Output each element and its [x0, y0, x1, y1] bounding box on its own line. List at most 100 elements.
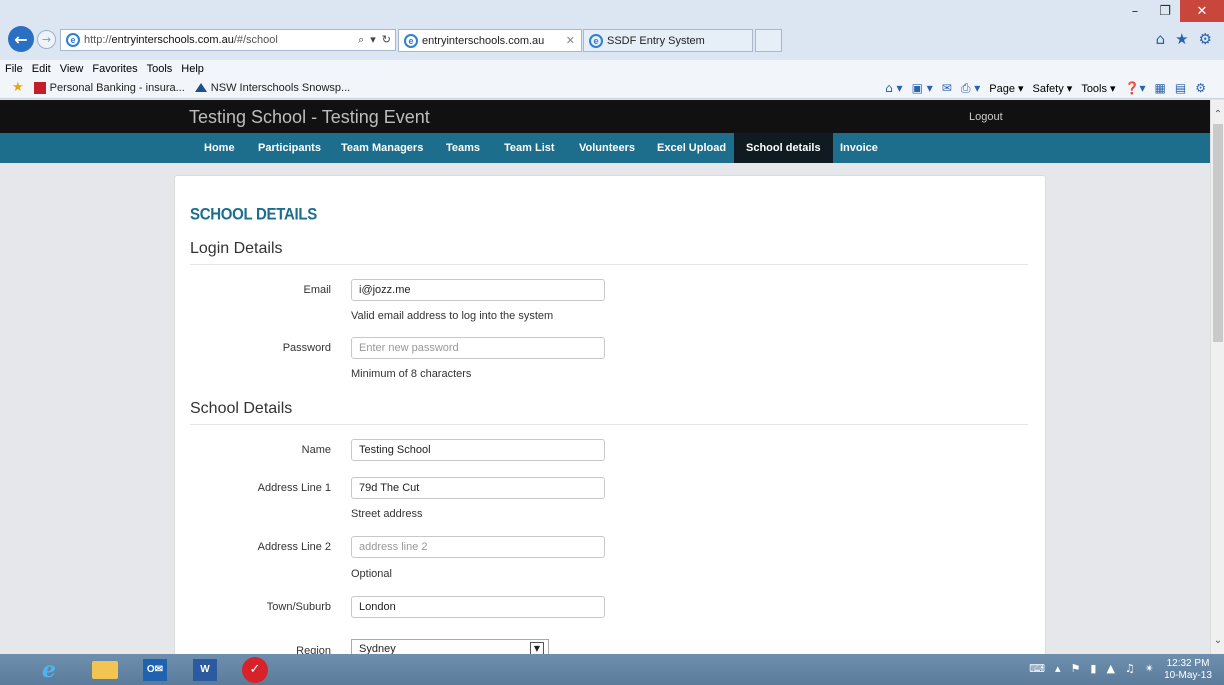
- menu-view[interactable]: View: [60, 63, 84, 75]
- address-line-2-field[interactable]: address line 2: [351, 536, 605, 558]
- menu-tools[interactable]: Tools: [147, 63, 173, 75]
- vertical-scrollbar[interactable]: ⌃ ⌄: [1210, 100, 1224, 654]
- folder-icon: [92, 660, 118, 679]
- safety-menu[interactable]: Safety ▾: [1033, 82, 1073, 95]
- password-field[interactable]: Enter new password: [351, 337, 605, 359]
- tab-title: entryinterschools.com.au: [422, 34, 545, 47]
- minimize-icon[interactable]: –: [1120, 0, 1150, 22]
- site-nav: Home Participants Team Managers Teams Te…: [0, 133, 1210, 163]
- battery-icon[interactable]: ▮: [1090, 662, 1096, 675]
- taskbar-outlook[interactable]: O✉: [136, 656, 174, 683]
- window-controls: – ❐ ✕: [1120, 0, 1224, 22]
- region-select[interactable]: Sydney ▼: [351, 639, 549, 654]
- menu-favorites[interactable]: Favorites: [92, 63, 137, 75]
- volume-icon[interactable]: ♫: [1125, 662, 1135, 675]
- taskbar-file-explorer[interactable]: [86, 656, 124, 683]
- back-arrow-icon[interactable]: ←: [8, 26, 34, 52]
- name-field[interactable]: Testing School: [351, 439, 605, 461]
- flag-icon[interactable]: ⚑: [1071, 662, 1081, 675]
- signal-icon[interactable]: ▲: [1106, 662, 1114, 675]
- region-label: Region: [296, 645, 331, 654]
- search-icon[interactable]: ⌕: [358, 33, 364, 47]
- menu-edit[interactable]: Edit: [32, 63, 51, 75]
- address-line-2-help: Optional: [351, 568, 392, 580]
- print-icon[interactable]: ⎙ ▾: [961, 81, 980, 96]
- tab-title: SSDF Entry System: [607, 34, 705, 47]
- favorites-star-icon[interactable]: ★: [1175, 30, 1188, 48]
- section-divider: [190, 264, 1028, 265]
- page-menu[interactable]: Page ▾: [989, 82, 1023, 95]
- nav-participants[interactable]: Participants: [258, 133, 321, 163]
- mail-icon[interactable]: ✉: [942, 81, 952, 95]
- scroll-thumb[interactable]: [1213, 124, 1223, 342]
- favorite-personal-banking[interactable]: Personal Banking - insura...: [33, 81, 185, 94]
- taskbar-internet-explorer[interactable]: e: [30, 656, 68, 683]
- restore-icon[interactable]: ❐: [1150, 0, 1180, 22]
- scroll-down-icon[interactable]: ⌄: [1211, 632, 1224, 648]
- outlook-icon: O✉: [143, 658, 167, 681]
- command-bar: ⌂ ▾ ▣ ▾ ✉ ⎙ ▾ Page ▾ Safety ▾ Tools ▾ ❓▾…: [885, 77, 1206, 99]
- town-suburb-field[interactable]: London: [351, 596, 605, 618]
- new-tab-button[interactable]: [755, 29, 782, 52]
- logout-link[interactable]: Logout: [969, 111, 1003, 123]
- nav-teams[interactable]: Teams: [446, 133, 480, 163]
- keyboard-icon[interactable]: ⌨: [1029, 662, 1045, 675]
- nav-volunteers[interactable]: Volunteers: [579, 133, 635, 163]
- url-text[interactable]: http://entryinterschools.com.au/#/school: [84, 34, 300, 46]
- taskbar-app[interactable]: ✓: [236, 656, 274, 683]
- email-field[interactable]: i@jozz.me: [351, 279, 605, 301]
- favorite-nsw-interschools[interactable]: NSW Interschools Snowsp...: [194, 82, 350, 94]
- favorite-label: Personal Banking - insura...: [49, 81, 185, 94]
- browser-titlebar: – ❐ ✕ ← → e http://entryinterschools.com…: [0, 0, 1224, 60]
- nav-invoice[interactable]: Invoice: [840, 133, 878, 163]
- gear-icon[interactable]: ⚙: [1199, 30, 1212, 48]
- tab-entryinterschools[interactable]: e entryinterschools.com.au ✕: [398, 29, 582, 52]
- close-icon[interactable]: ✕: [1180, 0, 1224, 22]
- menu-help[interactable]: Help: [181, 63, 204, 75]
- internet-explorer-icon: e: [42, 656, 56, 683]
- address-line-1-field[interactable]: 79d The Cut: [351, 477, 605, 499]
- address-bar[interactable]: e http://entryinterschools.com.au/#/scho…: [60, 29, 396, 51]
- school-details-card: SCHOOL DETAILS Login Details Email i@joz…: [174, 175, 1046, 654]
- system-tray: ⌨ ▴ ⚑ ▮ ▲ ♫ ✴: [1029, 662, 1154, 675]
- email-help: Valid email address to log into the syst…: [351, 310, 554, 322]
- refresh-icon[interactable]: ↻: [382, 33, 391, 47]
- taskbar-word[interactable]: W: [186, 656, 224, 683]
- settings-icon[interactable]: ⚙: [1195, 81, 1206, 95]
- tools-menu[interactable]: Tools ▾: [1081, 82, 1115, 95]
- research-icon[interactable]: ▤: [1175, 81, 1186, 95]
- scroll-up-icon[interactable]: ⌃: [1211, 106, 1224, 122]
- feeds-icon[interactable]: ▣ ▾: [912, 81, 933, 95]
- address-line-2-label: Address Line 2: [257, 541, 331, 553]
- login-details-title: Login Details: [190, 240, 283, 257]
- home-icon[interactable]: ⌂: [1156, 30, 1166, 48]
- bank-icon: [33, 81, 46, 94]
- favorites-add-icon[interactable]: ★: [12, 80, 24, 95]
- password-help: Minimum of 8 characters: [351, 368, 472, 380]
- nav-team-managers[interactable]: Team Managers: [341, 133, 423, 163]
- section-divider: [190, 424, 1028, 425]
- forward-arrow-icon[interactable]: →: [37, 30, 56, 49]
- network-icon[interactable]: ✴: [1145, 662, 1154, 675]
- browser-toolbar-icons: ⌂ ★ ⚙: [1156, 30, 1212, 48]
- address-line-1-help: Street address: [351, 508, 423, 520]
- address-line-1-label: Address Line 1: [257, 482, 331, 494]
- nav-excel-upload[interactable]: Excel Upload: [657, 133, 726, 163]
- nav-school-details[interactable]: School details: [734, 133, 833, 163]
- nav-home[interactable]: Home: [204, 133, 235, 163]
- tab-ssdf-entry-system[interactable]: e SSDF Entry System: [583, 29, 753, 52]
- chevron-down-icon[interactable]: ▼: [530, 642, 544, 654]
- addon-icon[interactable]: ▦: [1155, 81, 1166, 95]
- tab-close-icon[interactable]: ✕: [566, 34, 575, 47]
- clock-date: 10-May-13: [1164, 670, 1212, 681]
- taskbar-clock[interactable]: 12:32 PM 10-May-13: [1160, 658, 1216, 682]
- ie-page-icon: e: [66, 33, 80, 47]
- windows-taskbar: e O✉ W ✓ ⌨ ▴ ⚑ ▮ ▲ ♫ ✴ 12:32 PM 10-May-1…: [0, 654, 1224, 685]
- tray-expand-icon[interactable]: ▴: [1055, 662, 1061, 675]
- dropdown-icon[interactable]: ▾: [370, 33, 376, 47]
- nav-team-list[interactable]: Team List: [504, 133, 555, 163]
- help-icon[interactable]: ❓▾: [1125, 81, 1146, 95]
- word-icon: W: [193, 658, 217, 681]
- menu-file[interactable]: File: [5, 63, 23, 75]
- home-menu-icon[interactable]: ⌂ ▾: [885, 81, 902, 95]
